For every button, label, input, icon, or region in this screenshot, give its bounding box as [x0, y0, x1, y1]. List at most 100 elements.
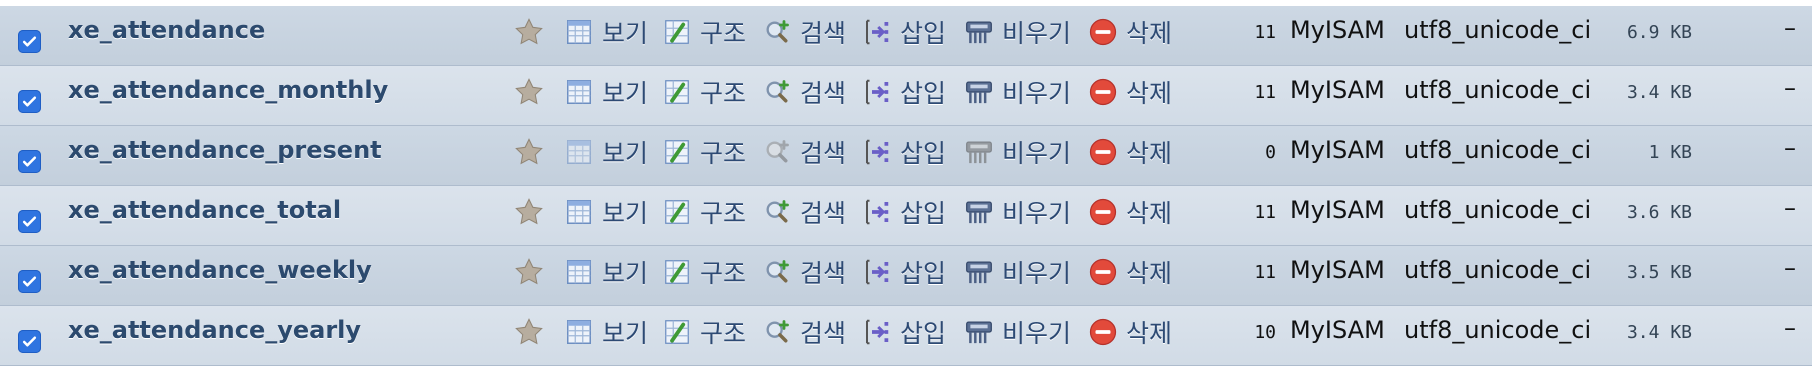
drop-action[interactable]: 삭제	[1086, 14, 1172, 50]
empty-table-icon	[962, 15, 996, 49]
checkmark-icon	[22, 96, 37, 107]
table-name-link[interactable]: xe_attendance_total	[68, 196, 341, 224]
engine-type: MyISAM	[1290, 16, 1385, 44]
favorite-button[interactable]	[512, 254, 546, 290]
browse-action[interactable]: 보기	[562, 194, 648, 230]
insert-action[interactable]: 삽입	[860, 14, 946, 50]
insert-label: 삽입	[900, 319, 947, 348]
empty-action[interactable]: 비우기	[962, 74, 1071, 110]
row-checkbox[interactable]	[18, 90, 41, 113]
search-action[interactable]: 검색	[760, 14, 846, 50]
table-size: 3.5 KB	[1626, 262, 1692, 283]
structure-icon	[660, 15, 694, 49]
structure-action[interactable]: 구조	[660, 194, 746, 230]
row-checkbox[interactable]	[18, 150, 41, 173]
favorite-button[interactable]	[512, 134, 546, 170]
browse-label: 보기	[602, 139, 649, 168]
drop-icon	[1086, 75, 1120, 109]
row-checkbox[interactable]	[18, 210, 41, 233]
drop-icon	[1086, 195, 1120, 229]
row-checkbox[interactable]	[18, 30, 41, 53]
empty-action[interactable]: 비우기	[962, 254, 1071, 290]
table-size: 6.9 KB	[1626, 22, 1692, 43]
structure-action[interactable]: 구조	[660, 14, 746, 50]
structure-action[interactable]: 구조	[660, 134, 746, 170]
drop-action[interactable]: 삭제	[1086, 134, 1172, 170]
engine-type: MyISAM	[1290, 316, 1385, 344]
star-icon	[512, 255, 546, 289]
drop-action[interactable]: 삭제	[1086, 254, 1172, 290]
structure-action[interactable]: 구조	[660, 314, 746, 350]
empty-table-icon	[962, 75, 996, 109]
browse-table-icon	[562, 15, 596, 49]
insert-row-icon	[860, 195, 894, 229]
search-action[interactable]: 검색	[760, 254, 846, 290]
drop-action[interactable]: 삭제	[1086, 194, 1172, 230]
structure-action[interactable]: 구조	[660, 254, 746, 290]
insert-action[interactable]: 삽입	[860, 74, 946, 110]
empty-action[interactable]: 비우기	[962, 314, 1071, 350]
insert-action[interactable]: 삽입	[860, 134, 946, 170]
search-action[interactable]: 검색	[760, 194, 846, 230]
search-icon	[760, 315, 794, 349]
checkmark-icon	[22, 216, 37, 227]
favorite-button[interactable]	[512, 74, 546, 110]
empty-table-icon	[962, 195, 996, 229]
insert-label: 삽입	[900, 139, 947, 168]
drop-icon	[1086, 315, 1120, 349]
row-count: 10	[1254, 322, 1276, 343]
structure-action[interactable]: 구조	[660, 74, 746, 110]
browse-action[interactable]: 보기	[562, 134, 648, 170]
collation: utf8_unicode_ci	[1404, 136, 1592, 164]
insert-action[interactable]: 삽입	[860, 254, 946, 290]
search-action[interactable]: 검색	[760, 134, 846, 170]
search-action[interactable]: 검색	[760, 74, 846, 110]
drop-label: 삭제	[1126, 319, 1173, 348]
table-name-link[interactable]: xe_attendance	[68, 16, 265, 44]
table-name-link[interactable]: xe_attendance_present	[68, 136, 382, 164]
engine-type: MyISAM	[1290, 196, 1385, 224]
insert-action[interactable]: 삽입	[860, 314, 946, 350]
engine-type: MyISAM	[1290, 136, 1385, 164]
row-count: 11	[1254, 82, 1276, 103]
browse-action[interactable]: 보기	[562, 14, 648, 50]
browse-table-icon	[562, 315, 596, 349]
empty-action[interactable]: 비우기	[962, 134, 1071, 170]
search-action[interactable]: 검색	[760, 314, 846, 350]
insert-label: 삽입	[900, 79, 947, 108]
browse-table-icon	[562, 195, 596, 229]
insert-action[interactable]: 삽입	[860, 194, 946, 230]
favorite-button[interactable]	[512, 194, 546, 230]
row-checkbox[interactable]	[18, 270, 41, 293]
drop-action[interactable]: 삭제	[1086, 74, 1172, 110]
structure-label: 구조	[700, 19, 747, 48]
table-row: xe_attendance_present 보기 구조 검색 삽입 비우기 삭제…	[0, 126, 1812, 186]
empty-table-icon	[962, 315, 996, 349]
table-name-link[interactable]: xe_attendance_monthly	[68, 76, 388, 104]
table-name-link[interactable]: xe_attendance_yearly	[68, 316, 361, 344]
search-label: 검색	[800, 199, 847, 228]
table-size: 3.4 KB	[1626, 322, 1692, 343]
row-checkbox[interactable]	[18, 330, 41, 353]
collation: utf8_unicode_ci	[1404, 316, 1592, 344]
empty-label: 비우기	[1002, 79, 1072, 108]
drop-action[interactable]: 삭제	[1086, 314, 1172, 350]
table-row: xe_attendance_total 보기 구조 검색 삽입 비우기 삭제 1…	[0, 186, 1812, 246]
search-label: 검색	[800, 79, 847, 108]
overhead: –	[1784, 74, 1796, 102]
browse-action[interactable]: 보기	[562, 314, 648, 350]
star-icon	[512, 15, 546, 49]
browse-action[interactable]: 보기	[562, 254, 648, 290]
row-count: 11	[1254, 262, 1276, 283]
browse-action[interactable]: 보기	[562, 74, 648, 110]
favorite-button[interactable]	[512, 314, 546, 350]
table-list: xe_attendance 보기 구조 검색 삽입 비우기 삭제 11 MyIS…	[0, 6, 1812, 366]
table-name-link[interactable]: xe_attendance_weekly	[68, 256, 372, 284]
empty-action[interactable]: 비우기	[962, 194, 1071, 230]
favorite-button[interactable]	[512, 14, 546, 50]
structure-icon	[660, 255, 694, 289]
insert-row-icon	[860, 255, 894, 289]
search-label: 검색	[800, 259, 847, 288]
browse-table-icon	[562, 255, 596, 289]
empty-action[interactable]: 비우기	[962, 14, 1071, 50]
